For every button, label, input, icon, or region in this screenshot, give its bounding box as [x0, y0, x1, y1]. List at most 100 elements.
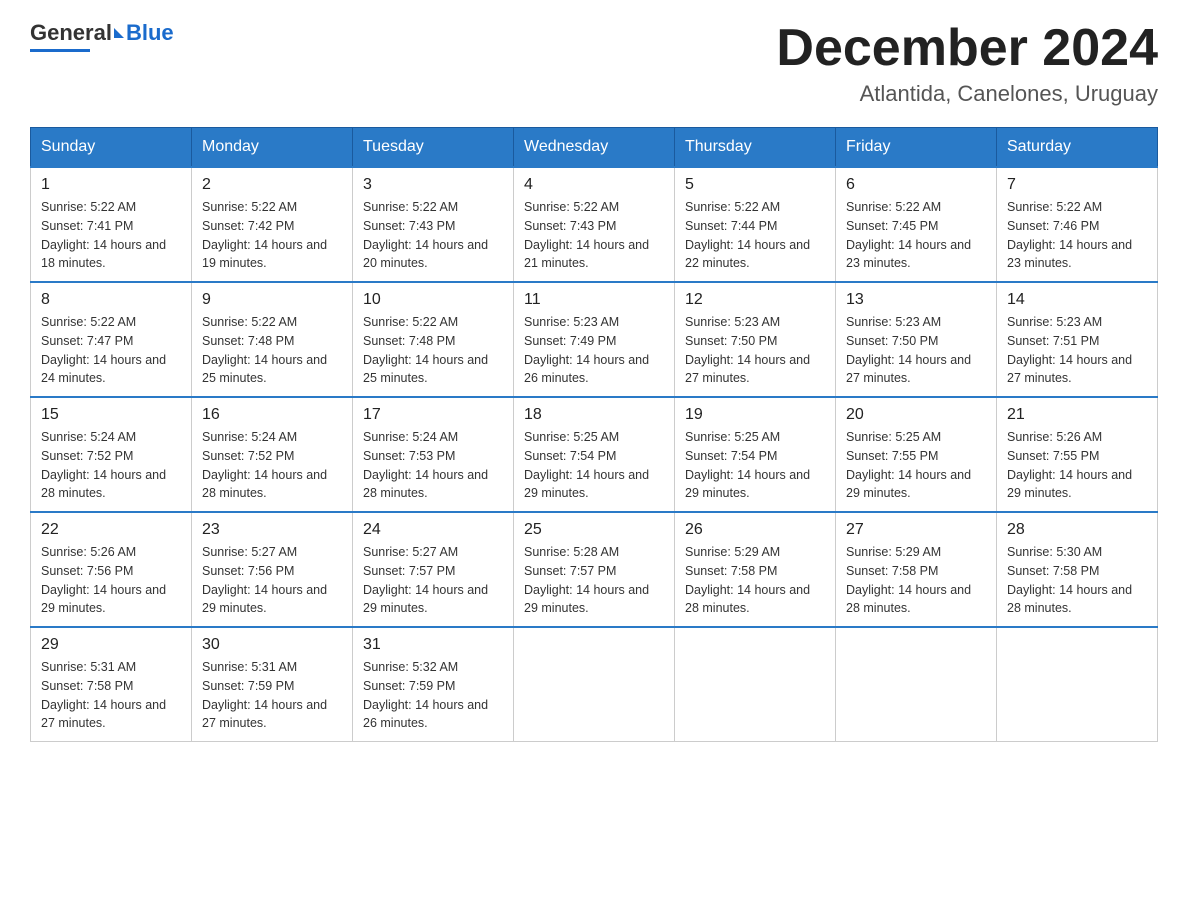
calendar-cell: 29 Sunrise: 5:31 AMSunset: 7:58 PMDaylig…	[31, 627, 192, 742]
day-info: Sunrise: 5:31 AMSunset: 7:58 PMDaylight:…	[41, 658, 181, 733]
calendar-week-row-4: 22 Sunrise: 5:26 AMSunset: 7:56 PMDaylig…	[31, 512, 1158, 627]
day-info: Sunrise: 5:29 AMSunset: 7:58 PMDaylight:…	[685, 543, 825, 618]
day-info: Sunrise: 5:30 AMSunset: 7:58 PMDaylight:…	[1007, 543, 1147, 618]
day-info: Sunrise: 5:22 AMSunset: 7:43 PMDaylight:…	[363, 198, 503, 273]
calendar-cell: 19 Sunrise: 5:25 AMSunset: 7:54 PMDaylig…	[675, 397, 836, 512]
logo: General Blue	[30, 20, 174, 52]
day-number: 8	[41, 291, 181, 309]
weekday-header-monday: Monday	[192, 128, 353, 168]
day-number: 27	[846, 521, 986, 539]
calendar-cell	[997, 627, 1158, 742]
day-info: Sunrise: 5:26 AMSunset: 7:55 PMDaylight:…	[1007, 428, 1147, 503]
calendar-cell: 21 Sunrise: 5:26 AMSunset: 7:55 PMDaylig…	[997, 397, 1158, 512]
day-info: Sunrise: 5:32 AMSunset: 7:59 PMDaylight:…	[363, 658, 503, 733]
day-number: 9	[202, 291, 342, 309]
day-info: Sunrise: 5:24 AMSunset: 7:52 PMDaylight:…	[202, 428, 342, 503]
weekday-header-sunday: Sunday	[31, 128, 192, 168]
logo-underline	[30, 49, 90, 52]
day-number: 22	[41, 521, 181, 539]
logo-general-text: General	[30, 20, 112, 46]
day-info: Sunrise: 5:22 AMSunset: 7:46 PMDaylight:…	[1007, 198, 1147, 273]
calendar-cell: 15 Sunrise: 5:24 AMSunset: 7:52 PMDaylig…	[31, 397, 192, 512]
weekday-header-friday: Friday	[836, 128, 997, 168]
calendar-cell: 24 Sunrise: 5:27 AMSunset: 7:57 PMDaylig…	[353, 512, 514, 627]
calendar-cell	[836, 627, 997, 742]
day-number: 31	[363, 636, 503, 654]
day-number: 26	[685, 521, 825, 539]
day-info: Sunrise: 5:22 AMSunset: 7:45 PMDaylight:…	[846, 198, 986, 273]
day-number: 19	[685, 406, 825, 424]
day-number: 17	[363, 406, 503, 424]
calendar-cell: 20 Sunrise: 5:25 AMSunset: 7:55 PMDaylig…	[836, 397, 997, 512]
day-info: Sunrise: 5:25 AMSunset: 7:54 PMDaylight:…	[685, 428, 825, 503]
calendar-cell: 4 Sunrise: 5:22 AMSunset: 7:43 PMDayligh…	[514, 167, 675, 282]
day-info: Sunrise: 5:29 AMSunset: 7:58 PMDaylight:…	[846, 543, 986, 618]
calendar-cell: 18 Sunrise: 5:25 AMSunset: 7:54 PMDaylig…	[514, 397, 675, 512]
day-number: 24	[363, 521, 503, 539]
day-info: Sunrise: 5:22 AMSunset: 7:48 PMDaylight:…	[202, 313, 342, 388]
calendar-cell: 1 Sunrise: 5:22 AMSunset: 7:41 PMDayligh…	[31, 167, 192, 282]
calendar-cell	[514, 627, 675, 742]
day-number: 15	[41, 406, 181, 424]
calendar-cell: 14 Sunrise: 5:23 AMSunset: 7:51 PMDaylig…	[997, 282, 1158, 397]
calendar-cell: 5 Sunrise: 5:22 AMSunset: 7:44 PMDayligh…	[675, 167, 836, 282]
calendar-cell: 31 Sunrise: 5:32 AMSunset: 7:59 PMDaylig…	[353, 627, 514, 742]
day-number: 18	[524, 406, 664, 424]
day-info: Sunrise: 5:24 AMSunset: 7:53 PMDaylight:…	[363, 428, 503, 503]
calendar-cell: 16 Sunrise: 5:24 AMSunset: 7:52 PMDaylig…	[192, 397, 353, 512]
calendar-cell: 3 Sunrise: 5:22 AMSunset: 7:43 PMDayligh…	[353, 167, 514, 282]
calendar-cell: 12 Sunrise: 5:23 AMSunset: 7:50 PMDaylig…	[675, 282, 836, 397]
calendar-table: SundayMondayTuesdayWednesdayThursdayFrid…	[30, 127, 1158, 742]
calendar-cell: 13 Sunrise: 5:23 AMSunset: 7:50 PMDaylig…	[836, 282, 997, 397]
calendar-cell: 7 Sunrise: 5:22 AMSunset: 7:46 PMDayligh…	[997, 167, 1158, 282]
day-number: 14	[1007, 291, 1147, 309]
weekday-header-wednesday: Wednesday	[514, 128, 675, 168]
day-info: Sunrise: 5:22 AMSunset: 7:41 PMDaylight:…	[41, 198, 181, 273]
day-number: 6	[846, 176, 986, 194]
calendar-cell: 2 Sunrise: 5:22 AMSunset: 7:42 PMDayligh…	[192, 167, 353, 282]
day-info: Sunrise: 5:22 AMSunset: 7:43 PMDaylight:…	[524, 198, 664, 273]
calendar-cell: 28 Sunrise: 5:30 AMSunset: 7:58 PMDaylig…	[997, 512, 1158, 627]
day-number: 4	[524, 176, 664, 194]
weekday-header-saturday: Saturday	[997, 128, 1158, 168]
day-info: Sunrise: 5:23 AMSunset: 7:50 PMDaylight:…	[685, 313, 825, 388]
day-info: Sunrise: 5:26 AMSunset: 7:56 PMDaylight:…	[41, 543, 181, 618]
day-info: Sunrise: 5:27 AMSunset: 7:56 PMDaylight:…	[202, 543, 342, 618]
calendar-cell: 30 Sunrise: 5:31 AMSunset: 7:59 PMDaylig…	[192, 627, 353, 742]
day-number: 13	[846, 291, 986, 309]
day-info: Sunrise: 5:22 AMSunset: 7:47 PMDaylight:…	[41, 313, 181, 388]
day-info: Sunrise: 5:28 AMSunset: 7:57 PMDaylight:…	[524, 543, 664, 618]
calendar-cell: 11 Sunrise: 5:23 AMSunset: 7:49 PMDaylig…	[514, 282, 675, 397]
day-info: Sunrise: 5:22 AMSunset: 7:44 PMDaylight:…	[685, 198, 825, 273]
day-number: 21	[1007, 406, 1147, 424]
location-title: Atlantida, Canelones, Uruguay	[776, 81, 1158, 107]
calendar-cell: 8 Sunrise: 5:22 AMSunset: 7:47 PMDayligh…	[31, 282, 192, 397]
weekday-header-thursday: Thursday	[675, 128, 836, 168]
day-number: 29	[41, 636, 181, 654]
calendar-week-row-3: 15 Sunrise: 5:24 AMSunset: 7:52 PMDaylig…	[31, 397, 1158, 512]
calendar-cell: 6 Sunrise: 5:22 AMSunset: 7:45 PMDayligh…	[836, 167, 997, 282]
day-info: Sunrise: 5:31 AMSunset: 7:59 PMDaylight:…	[202, 658, 342, 733]
calendar-week-row-5: 29 Sunrise: 5:31 AMSunset: 7:58 PMDaylig…	[31, 627, 1158, 742]
calendar-cell: 17 Sunrise: 5:24 AMSunset: 7:53 PMDaylig…	[353, 397, 514, 512]
logo-blue-text: Blue	[126, 20, 174, 46]
day-info: Sunrise: 5:24 AMSunset: 7:52 PMDaylight:…	[41, 428, 181, 503]
day-info: Sunrise: 5:27 AMSunset: 7:57 PMDaylight:…	[363, 543, 503, 618]
calendar-cell: 23 Sunrise: 5:27 AMSunset: 7:56 PMDaylig…	[192, 512, 353, 627]
calendar-cell: 27 Sunrise: 5:29 AMSunset: 7:58 PMDaylig…	[836, 512, 997, 627]
day-number: 20	[846, 406, 986, 424]
calendar-cell	[675, 627, 836, 742]
calendar-cell: 26 Sunrise: 5:29 AMSunset: 7:58 PMDaylig…	[675, 512, 836, 627]
logo-triangle-icon	[114, 28, 124, 38]
calendar-cell: 22 Sunrise: 5:26 AMSunset: 7:56 PMDaylig…	[31, 512, 192, 627]
day-info: Sunrise: 5:22 AMSunset: 7:48 PMDaylight:…	[363, 313, 503, 388]
month-title: December 2024	[776, 20, 1158, 77]
calendar-title-area: December 2024 Atlantida, Canelones, Urug…	[776, 20, 1158, 107]
day-info: Sunrise: 5:25 AMSunset: 7:54 PMDaylight:…	[524, 428, 664, 503]
day-number: 16	[202, 406, 342, 424]
day-number: 3	[363, 176, 503, 194]
day-number: 30	[202, 636, 342, 654]
day-number: 28	[1007, 521, 1147, 539]
day-number: 12	[685, 291, 825, 309]
day-number: 5	[685, 176, 825, 194]
